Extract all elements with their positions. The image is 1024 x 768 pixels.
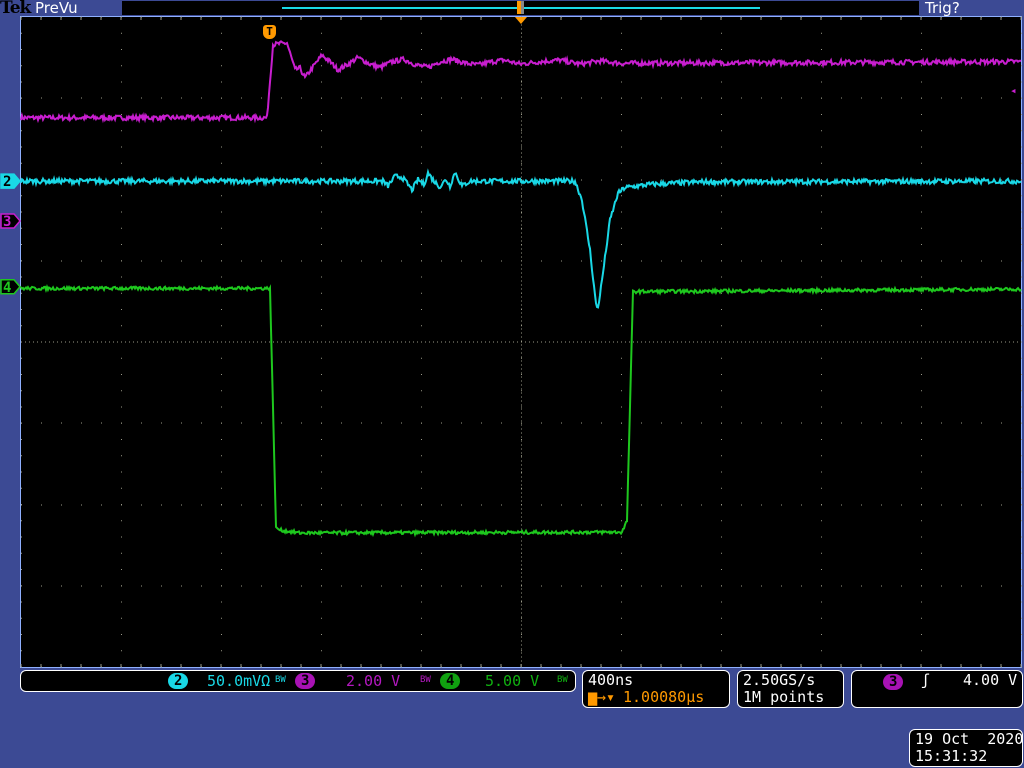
vertical-settings-panel[interactable]: 2 50.0mVΩ BW 3 2.00 V BW 4 5.00 V BW (20, 670, 576, 692)
ch4-bw-icon: BW (557, 675, 568, 685)
record-length: 1M points (743, 688, 825, 706)
waveform-plot: 2 3 4 (0, 16, 1022, 668)
ch3-bw-icon: BW (420, 675, 431, 685)
date: 19 Oct 2020 (915, 730, 1024, 748)
trigger-position-icon: ▆→▾ (588, 688, 616, 706)
acquisition-panel[interactable]: 2.50GS/s 1M points (737, 670, 844, 708)
graticule (20, 16, 1022, 668)
horizontal-settings-panel[interactable]: 400ns ▆→▾ 1.00080µs (582, 670, 730, 708)
trigger-position-marker[interactable]: T (263, 25, 276, 39)
ch2-scale: 50.0mVΩ (207, 672, 271, 690)
time-per-division: 400ns (588, 671, 634, 689)
trigger-level: 4.00 V (963, 671, 1018, 689)
ch3-scale: 2.00 V (346, 672, 401, 690)
trigger-panel[interactable]: 3 ʃ 4.00 V (851, 670, 1023, 708)
time: 15:31:32 (915, 747, 988, 765)
ch3-badge[interactable]: 3 (295, 673, 316, 689)
ch2-badge[interactable]: 2 (168, 673, 189, 689)
datetime-panel: 19 Oct 2020 15:31:32 (909, 729, 1023, 767)
trigger-position-value: 1.00080µs (623, 688, 705, 706)
ch2-ground-label: 2 (3, 174, 11, 190)
ch4-scale: 5.00 V (485, 672, 540, 690)
trigger-time-arrow-icon (515, 17, 527, 24)
trigger-source-badge: 3 (883, 674, 904, 690)
ch4-ground-label: 4 (3, 280, 11, 296)
trigger-level-arrow-icon[interactable]: ◂ (1010, 84, 1017, 97)
ch3-ground-label: 3 (3, 214, 11, 230)
ch4-badge[interactable]: 4 (440, 673, 461, 689)
rising-edge-icon: ʃ (921, 671, 931, 689)
ch2-bw-icon: BW (275, 675, 286, 685)
sample-rate: 2.50GS/s (743, 671, 816, 689)
